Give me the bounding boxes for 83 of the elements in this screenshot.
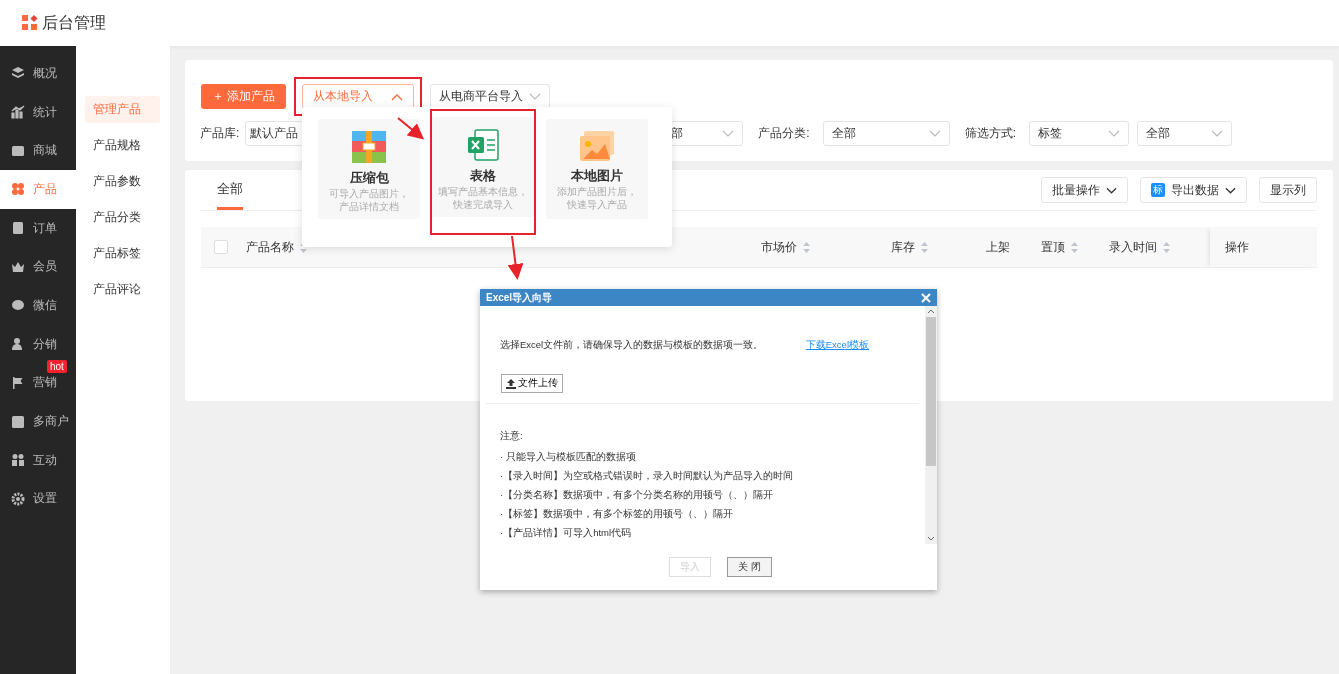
people-icon — [11, 453, 25, 468]
upload-button[interactable]: 文件上传 — [501, 374, 563, 393]
chevron-down-icon — [1108, 130, 1121, 137]
column-header: 上架 — [986, 238, 1010, 256]
layers-icon — [11, 66, 25, 81]
upload-icon — [506, 378, 516, 389]
platform-import-button[interactable]: 从电商平台导入 — [430, 84, 551, 109]
note-text: ·【分类名称】数据项中，有多个分类名称的用顿号（、）隔开 — [500, 490, 775, 500]
chevron-down-icon — [928, 130, 941, 137]
column-header: 库存 — [891, 238, 915, 256]
store-icon — [11, 414, 25, 429]
archive-icon — [352, 131, 386, 163]
chat-icon — [11, 298, 25, 313]
chevron-down-icon — [1225, 186, 1236, 194]
column-header: 录入时间 — [1109, 238, 1157, 256]
scroll-down-icon[interactable] — [927, 536, 935, 541]
sort-icon[interactable] — [1071, 241, 1078, 253]
tab[interactable]: 全部 — [217, 170, 243, 210]
nav-item[interactable]: 微信 — [0, 286, 76, 325]
nav-item[interactable]: 多商户 — [0, 402, 76, 441]
nav-item[interactable]: 概况 — [0, 54, 76, 93]
filter-label: 产品分类: — [758, 125, 810, 142]
import-option[interactable]: 本地图片 添加产品图片后， 快速导入产品 — [546, 119, 648, 219]
filter-label: 筛选方式: — [964, 125, 1017, 142]
envelope-icon — [11, 143, 25, 158]
download-template-link[interactable]: 下载Excel模板 — [805, 339, 869, 352]
action-button[interactable]: 批量操作 — [1041, 177, 1128, 203]
intro-text: 选择Excel文件前，请确保导入的数据与模板的数据项一致。 — [500, 339, 764, 352]
sort-icon[interactable] — [921, 241, 928, 253]
column-header: 操作 — [1225, 238, 1249, 256]
import-option[interactable]: 压缩包 可导入产品图片， 产品详情文档 — [318, 119, 420, 219]
nav-item[interactable]: 商城 — [0, 131, 76, 171]
column-header: 产品名称 — [246, 238, 294, 256]
clipboard-icon — [11, 221, 25, 236]
subnav-item[interactable]: 产品规格 — [85, 132, 160, 159]
action-button[interactable]: 标 导出数据 — [1140, 177, 1247, 203]
nav-item[interactable]: 会员 — [0, 247, 76, 287]
action-button[interactable]: 显示列 — [1259, 177, 1317, 203]
chevron-down-icon — [1211, 130, 1224, 137]
nav-item[interactable]: 设置 — [0, 479, 76, 519]
sort-icon[interactable] — [803, 241, 810, 253]
column-header: 市场价 — [761, 238, 797, 256]
four-petal-icon — [11, 182, 25, 197]
person-icon — [11, 337, 25, 352]
subnav-item[interactable]: 产品参数 — [85, 168, 160, 195]
scrollbar[interactable] — [925, 306, 937, 544]
import-option[interactable]: 表格 填写产品基本信息， 快速完成导入 — [432, 117, 534, 217]
subnav-item[interactable]: 产品评论 — [85, 276, 160, 303]
close-icon[interactable] — [921, 292, 931, 303]
chevron-down-icon — [722, 130, 735, 137]
filter-label: 产品库: — [200, 125, 240, 142]
nav-item[interactable]: 订单 — [0, 208, 76, 248]
nav-item[interactable]: 互动 — [0, 440, 76, 480]
note-text: · 只能导入与模板匹配的数据项 — [500, 452, 637, 462]
chevron-down-icon — [1106, 186, 1117, 194]
scroll-up-icon[interactable] — [927, 309, 935, 314]
arrow — [397, 117, 425, 140]
sort-icon[interactable] — [1163, 241, 1170, 253]
chart-icon — [11, 105, 25, 120]
gear-icon — [11, 491, 25, 506]
hot-badge: hot — [47, 359, 67, 373]
dialog-button[interactable]: 关 闭 — [727, 557, 772, 577]
caret-icon — [529, 92, 542, 101]
spreadsheet-icon — [467, 129, 499, 161]
filter-select[interactable]: 全部 — [822, 121, 950, 146]
tag-icon: 标 — [1151, 183, 1165, 197]
flag-icon — [11, 375, 25, 390]
subnav-item[interactable]: 产品标签 — [85, 240, 160, 267]
note-text: ·【标签】数据项中，有多个标签的用顿号（、）隔开 — [500, 509, 735, 519]
image-icon — [580, 131, 614, 161]
select-all-checkbox[interactable] — [213, 240, 228, 254]
note-text: ·【产品详情】可导入html代码 — [500, 528, 633, 538]
note-text: ·【录入时间】为空或格式错误时，录入时间默认为产品导入的时间 — [500, 471, 795, 481]
caret-icon — [391, 92, 404, 101]
filter-select[interactable]: 全部 — [1137, 121, 1233, 146]
subnav-item[interactable]: 产品分类 — [85, 204, 160, 231]
nav-item[interactable]: 统计 — [0, 92, 76, 132]
column-header: 置顶 — [1041, 238, 1065, 256]
filter-select[interactable]: 标签 — [1029, 121, 1130, 146]
app-title: 后台管理 — [42, 12, 106, 33]
logo-icon — [22, 15, 38, 31]
note-title: 注意: — [500, 430, 524, 443]
dialog-title: Excel导入向导 — [486, 290, 553, 305]
